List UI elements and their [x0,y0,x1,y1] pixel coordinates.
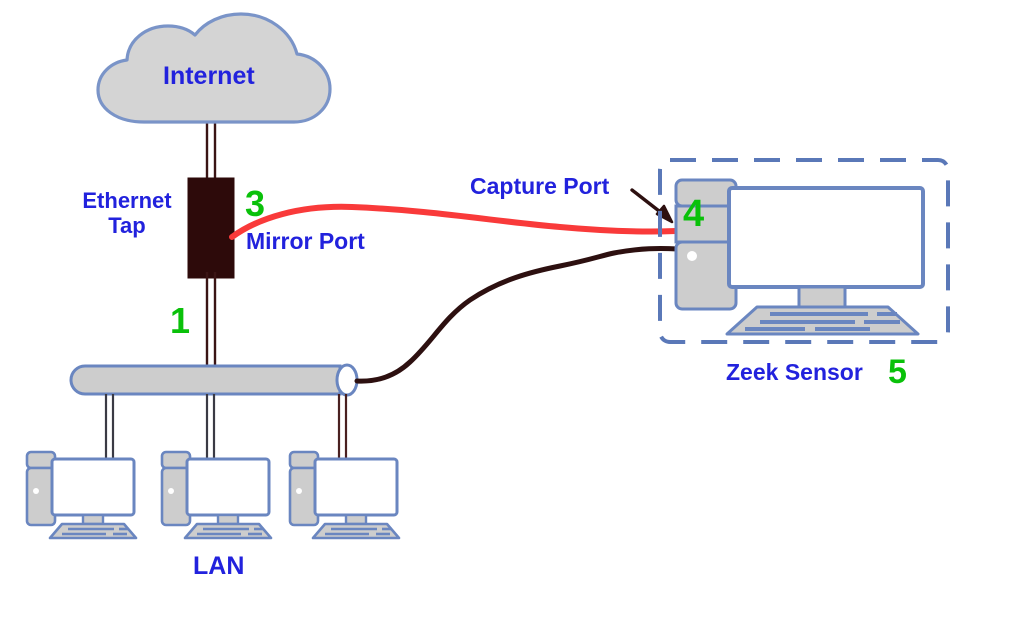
callout-number-4: 4 [683,193,705,235]
workstation-1 [25,450,138,540]
lan-label: LAN [193,552,245,580]
link-switch-to-workstation-2 [205,394,216,466]
capture-port-label: Capture Port [470,173,610,199]
link-lan-switch-to-sensor [354,245,681,384]
callout-number-3: 3 [245,183,266,224]
ethernet-tap-label: Ethernet Tap [71,188,183,238]
workstation-3 [288,450,401,540]
zeek-sensor-computer [674,178,925,336]
zeek-sensor-label: Zeek Sensor [726,359,863,385]
ethernet-tap-label-line2: Tap [108,212,146,238]
link-switch-to-workstation-3 [337,394,348,466]
workstation-2 [160,450,273,540]
diagram-canvas: Internet Ethernet Tap Mirror Port Capture… [0,0,1024,625]
callout-number-1: 1 [170,300,191,341]
mirror-port-label: Mirror Port [246,228,365,254]
ethernet-tap-device [187,177,235,279]
ethernet-tap-label-line1: Ethernet [82,188,172,213]
link-tap-to-lan-switch [205,272,217,370]
lan-switch [69,363,359,397]
network-diagram [25,12,950,540]
internet-label: Internet [163,62,255,90]
callout-number-5: 5 [888,353,907,391]
link-switch-to-workstation-1 [104,394,115,466]
capture-port-arrow [630,188,674,224]
